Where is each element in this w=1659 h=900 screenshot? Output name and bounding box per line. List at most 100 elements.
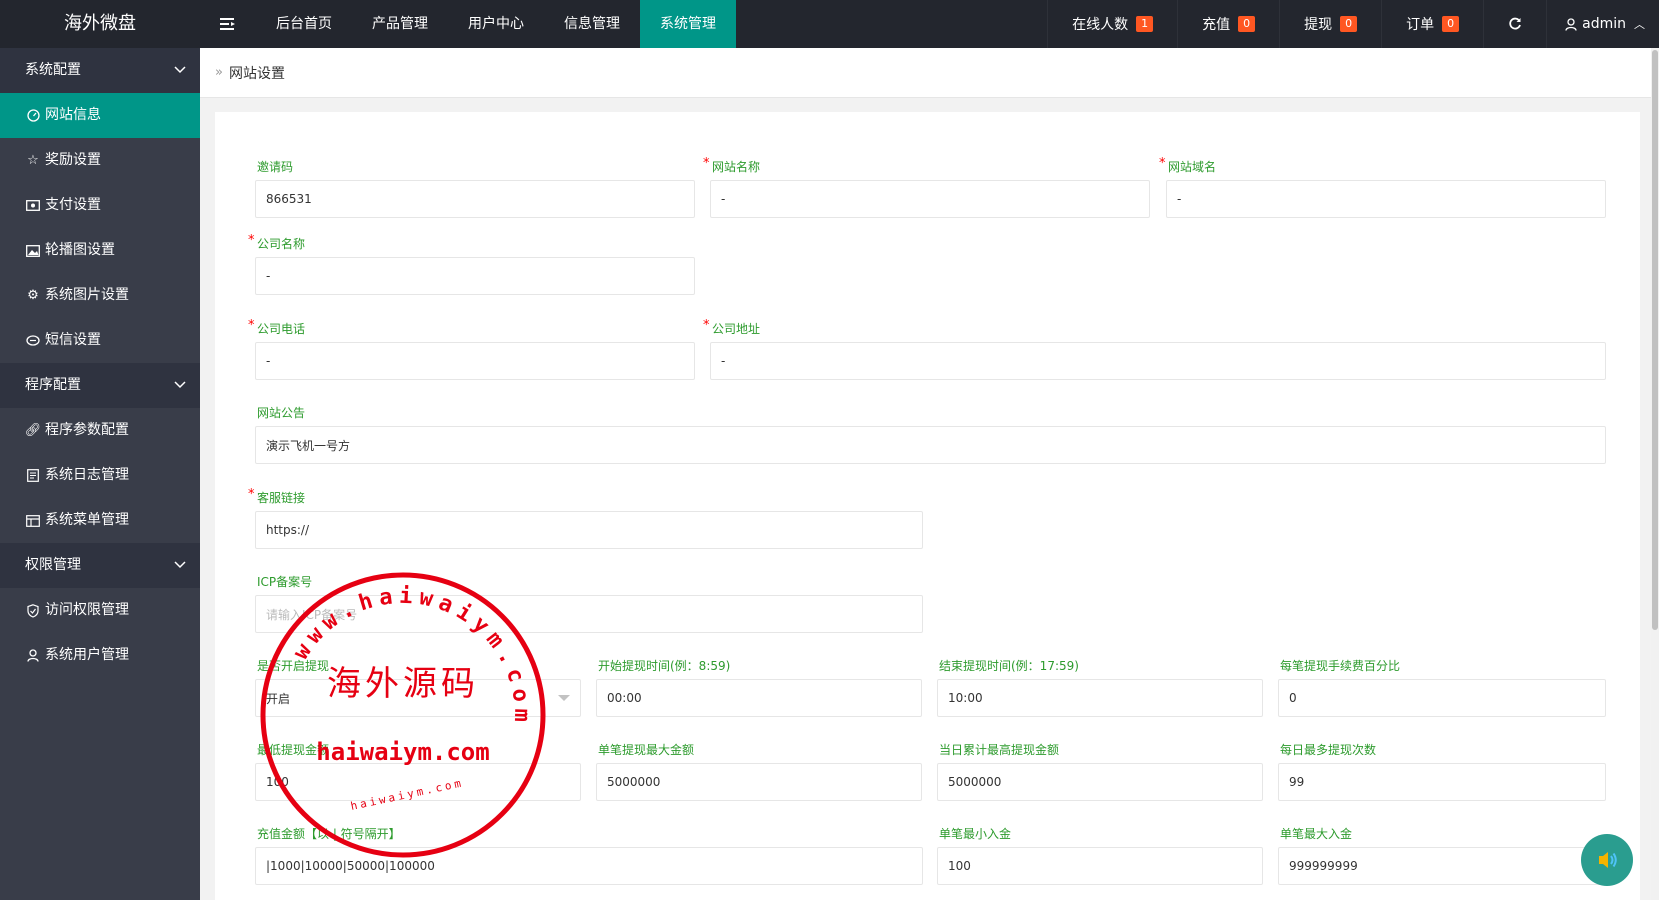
scrollbar-thumb[interactable]: [1652, 50, 1658, 630]
sidebar-item-sms[interactable]: 短信设置: [0, 318, 200, 363]
page-scrollbar[interactable]: [1651, 48, 1659, 900]
image-icon: [25, 244, 41, 257]
icp-input[interactable]: 请输入ICP备案号: [255, 595, 923, 633]
user-name: admin: [1582, 16, 1626, 32]
recharge-label: 充值: [1202, 17, 1231, 33]
field-label: 公司地址: [712, 322, 761, 336]
field-label: 开始提现时间(例：8:59): [598, 659, 731, 673]
chevron-down-icon: [174, 363, 186, 408]
orders-label: 订单: [1406, 17, 1435, 33]
company-name-input[interactable]: -: [255, 257, 695, 295]
sidebar-item-label: 系统图片设置: [45, 287, 129, 303]
floating-speaker-button[interactable]: [1581, 834, 1633, 886]
field-label: 邀请码: [257, 160, 294, 174]
field-label: 单笔提现最大金额: [598, 743, 695, 757]
menu-toggle-icon[interactable]: [200, 0, 256, 48]
withdraw-badge: 0: [1340, 16, 1358, 32]
daily-times-field: 每日最多提现次数 99: [1278, 741, 1606, 801]
field-label: 公司名称: [257, 237, 306, 251]
max-withdraw-input[interactable]: 5000000: [596, 763, 922, 801]
app-logo[interactable]: 海外微盘: [0, 0, 200, 48]
online-badge: 1: [1136, 16, 1154, 32]
withdraw-fee-field: 每笔提现手续费百分比 0: [1278, 657, 1606, 717]
field-label-wrap: * 网站域名: [1159, 156, 1606, 176]
recharge-link[interactable]: 充值 0: [1177, 0, 1279, 48]
right-nav: 在线人数 1 充值 0 提现 0 订单 0 admin ︿: [1047, 0, 1659, 48]
withdraw-fee-input[interactable]: 0: [1278, 679, 1606, 717]
sidebar-group-program-config[interactable]: 程序配置: [0, 363, 200, 408]
field-label: 结束提现时间(例：17:59): [939, 659, 1079, 673]
sidebar-item-access[interactable]: 访问权限管理: [0, 588, 200, 633]
chevron-up-icon: ︿: [1634, 18, 1645, 31]
sidebar: 系统配置 网站信息 ☆ 奖励设置 支付设置 轮播图设置 ⚙ 系统图片设置 短信设…: [0, 48, 200, 900]
field-label: 客服链接: [257, 491, 306, 505]
daily-times-input[interactable]: 99: [1278, 763, 1606, 801]
sidebar-item-system-images[interactable]: ⚙ 系统图片设置: [0, 273, 200, 318]
sidebar-item-logs[interactable]: 系统日志管理: [0, 453, 200, 498]
site-name-input[interactable]: -: [710, 180, 1150, 218]
daily-max-input[interactable]: 5000000: [937, 763, 1263, 801]
recharge-amounts-input[interactable]: |1000|10000|50000|100000: [255, 847, 923, 885]
sidebar-item-label: 系统日志管理: [45, 467, 129, 483]
sidebar-item-sys-users[interactable]: 系统用户管理: [0, 633, 200, 678]
invite-code-input[interactable]: 866531: [255, 180, 695, 218]
required-mark: *: [703, 318, 710, 333]
withdraw-end-input[interactable]: 10:00: [937, 679, 1263, 717]
required-mark: *: [248, 233, 255, 248]
user-menu[interactable]: admin ︿: [1546, 0, 1659, 48]
sidebar-item-reward[interactable]: ☆ 奖励设置: [0, 138, 200, 183]
field-label: 当日累计最高提现金额: [939, 743, 1060, 757]
table-icon: [25, 514, 41, 527]
company-name-field: * 公司名称 -: [248, 233, 695, 295]
nav-home[interactable]: 后台首页: [256, 0, 352, 48]
nav-products[interactable]: 产品管理: [352, 0, 448, 48]
company-phone-input[interactable]: -: [255, 342, 695, 380]
sidebar-group-permissions[interactable]: 权限管理: [0, 543, 200, 588]
sidebar-item-params[interactable]: 🔗︎ 程序参数配置: [0, 408, 200, 453]
nav-info[interactable]: 信息管理: [544, 0, 640, 48]
field-label-wrap: * 公司名称: [248, 233, 695, 253]
sidebar-group-label: 权限管理: [25, 557, 81, 573]
sidebar-group-label: 系统配置: [25, 62, 81, 78]
nav-system[interactable]: 系统管理: [640, 0, 736, 48]
icp-field: ICP备案号 请输入ICP备案号: [255, 573, 923, 633]
field-label: 网站域名: [1168, 160, 1217, 174]
user-icon: [1565, 17, 1577, 31]
site-domain-input[interactable]: -: [1166, 180, 1606, 218]
top-bar: 海外微盘 后台首页 产品管理 用户中心 信息管理 系统管理 在线人数 1 充值 …: [0, 0, 1659, 48]
chevron-down-icon: [174, 543, 186, 588]
sidebar-item-label: 系统用户管理: [45, 647, 129, 663]
withdraw-start-input[interactable]: 00:00: [596, 679, 922, 717]
shield-icon: [25, 603, 41, 618]
withdraw-start-field: 开始提现时间(例：8:59) 00:00: [596, 657, 922, 717]
sidebar-group-system-config[interactable]: 系统配置: [0, 48, 200, 93]
online-count-link[interactable]: 在线人数 1: [1047, 0, 1177, 48]
online-label: 在线人数: [1072, 17, 1129, 33]
min-deposit-input[interactable]: 100: [937, 847, 1263, 885]
sidebar-item-carousel[interactable]: 轮播图设置: [0, 228, 200, 273]
sidebar-item-menus[interactable]: 系统菜单管理: [0, 498, 200, 543]
nav-users[interactable]: 用户中心: [448, 0, 544, 48]
company-phone-field: * 公司电话 -: [248, 318, 695, 380]
service-link-input[interactable]: https://: [255, 511, 923, 549]
company-address-input[interactable]: -: [710, 342, 1606, 380]
orders-link[interactable]: 订单 0: [1381, 0, 1483, 48]
refresh-button[interactable]: [1483, 0, 1546, 48]
withdraw-link[interactable]: 提现 0: [1279, 0, 1381, 48]
sidebar-item-label: 轮播图设置: [45, 242, 115, 258]
withdraw-enabled-select[interactable]: 开启: [255, 679, 581, 717]
max-deposit-input[interactable]: 999999999: [1278, 847, 1606, 885]
sidebar-item-site-info[interactable]: 网站信息: [0, 93, 200, 138]
max-deposit-field: 单笔最大入金 999999999: [1278, 825, 1606, 885]
max-withdraw-field: 单笔提现最大金额 5000000: [596, 741, 922, 801]
notice-input[interactable]: 演示飞机一号方: [255, 426, 1606, 464]
speaker-icon: [1599, 852, 1617, 868]
service-link-field: * 客服链接 https://: [248, 487, 923, 549]
field-label: 充值金额【以 | 符号隔开】: [257, 827, 401, 841]
min-deposit-field: 单笔最小入金 100: [937, 825, 1263, 885]
recharge-badge: 0: [1238, 16, 1256, 32]
min-withdraw-input[interactable]: 100: [255, 763, 581, 801]
sidebar-item-payment[interactable]: 支付设置: [0, 183, 200, 228]
field-label: 单笔最大入金: [1280, 827, 1353, 841]
top-nav: 后台首页 产品管理 用户中心 信息管理 系统管理: [256, 0, 736, 48]
